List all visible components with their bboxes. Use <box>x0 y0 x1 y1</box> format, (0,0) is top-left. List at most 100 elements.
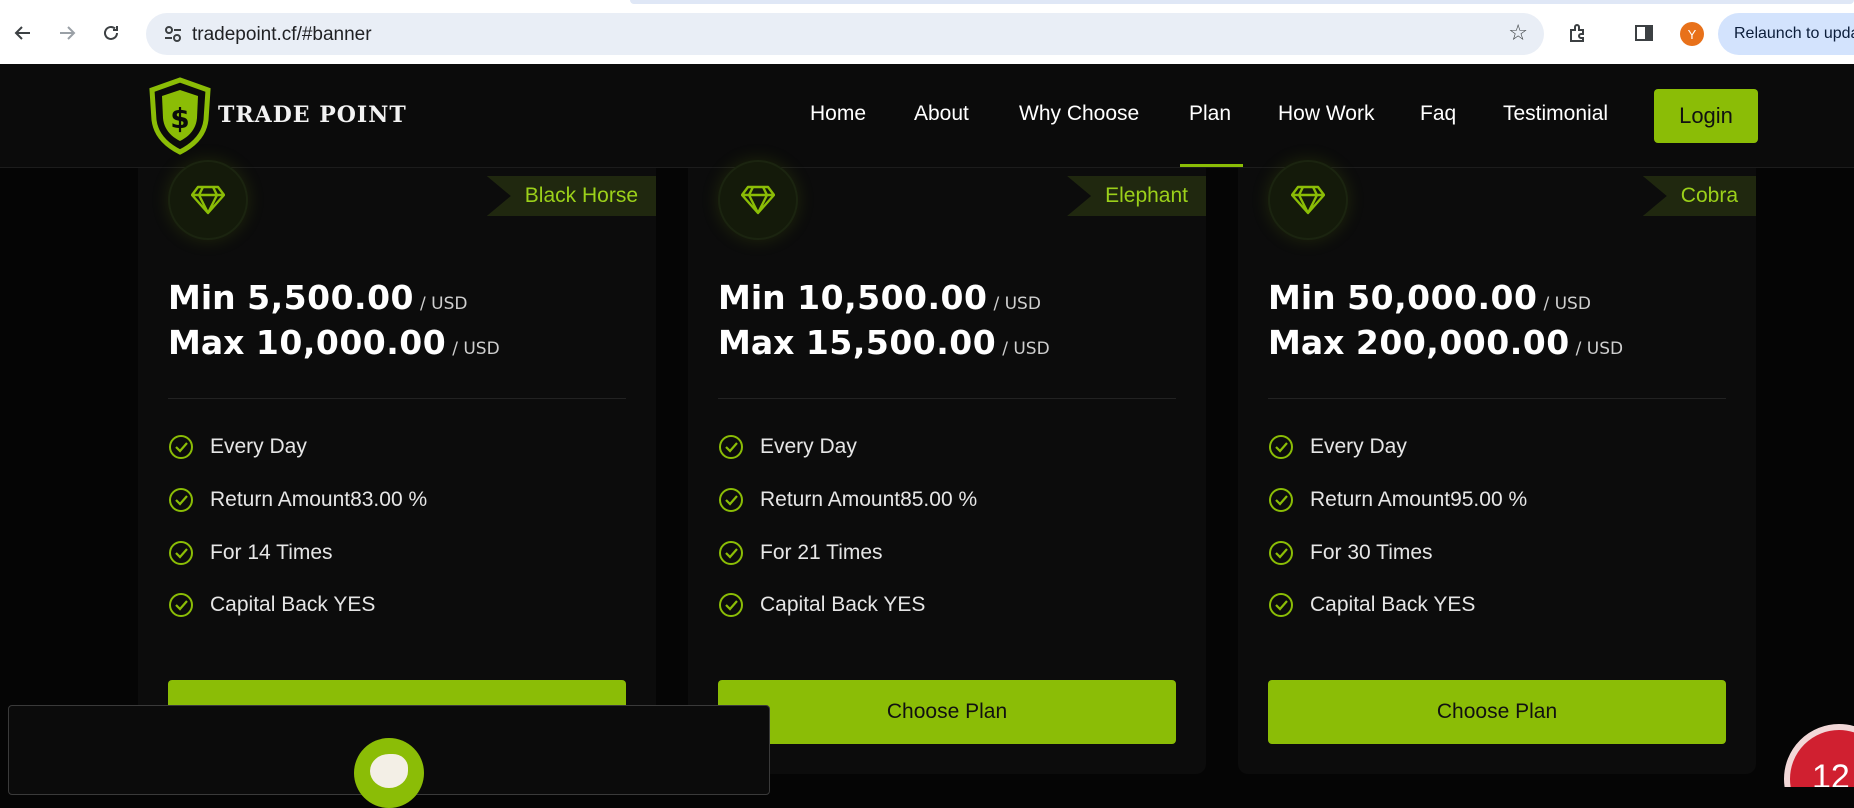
check-circle-icon <box>719 593 743 617</box>
plan-feature: Every Day <box>718 432 857 462</box>
min-amount: 10,500.00 <box>797 278 988 317</box>
check-circle-icon <box>1269 488 1293 512</box>
nav-home[interactable]: Home <box>810 102 866 126</box>
divider <box>718 398 1176 399</box>
plan-max: Max 10,000.00/ USD <box>168 323 500 362</box>
min-amount: 50,000.00 <box>1347 278 1538 317</box>
site-settings-icon[interactable] <box>162 23 184 45</box>
plan-min: Min 5,500.00 / USD <box>168 278 467 317</box>
nav-faq[interactable]: Faq <box>1420 102 1456 126</box>
max-label: Max <box>718 323 795 362</box>
svg-text:$: $ <box>170 102 189 135</box>
check-circle-icon <box>169 435 193 459</box>
logo[interactable]: $ TRADE POINT <box>146 76 416 156</box>
plan-feature: Return Amount95.00 % <box>1268 485 1527 515</box>
check-circle-icon <box>1269 435 1293 459</box>
feature-text: Capital Back YES <box>760 593 926 616</box>
max-unit: / USD <box>452 339 500 359</box>
max-amount: 200,000.00 <box>1355 323 1570 362</box>
plan-feature: For 14 Times <box>168 538 333 568</box>
forward-icon[interactable] <box>52 18 82 48</box>
tab-strip-edge <box>630 0 1854 4</box>
check-circle-icon <box>169 593 193 617</box>
feature-text: Capital Back YES <box>210 593 376 616</box>
min-unit: / USD <box>1543 294 1591 314</box>
plan-min: Min 50,000.00/ USD <box>1268 278 1591 317</box>
plan-feature: Return Amount83.00 % <box>168 485 427 515</box>
feature-text: Every Day <box>210 435 307 458</box>
diamond-icon <box>168 160 248 240</box>
feature-text: For 14 Times <box>210 541 333 564</box>
divider <box>168 398 626 399</box>
url-text[interactable]: tradepoint.cf/#banner <box>192 24 372 46</box>
side-panel-icon[interactable] <box>1630 19 1658 47</box>
check-circle-icon <box>169 488 193 512</box>
plan-max: Max 15,500.00/ USD <box>718 323 1050 362</box>
feature-text: Capital Back YES <box>1310 593 1476 616</box>
min-label: Min <box>718 278 786 317</box>
feature-text: Return Amount85.00 % <box>760 488 978 511</box>
notification-badge-clip: 12 <box>1784 724 1854 787</box>
plan-feature: For 21 Times <box>718 538 883 568</box>
browser-toolbar: tradepoint.cf/#banner ☆ Y Relaunch to up… <box>0 0 1854 64</box>
feature-text: For 30 Times <box>1310 541 1433 564</box>
min-label: Min <box>168 278 236 317</box>
notification-badge[interactable]: 12 <box>1784 724 1854 787</box>
feature-text: Return Amount83.00 % <box>210 488 428 511</box>
site-header: $ TRADE POINT Home About Why Choose Plan… <box>0 64 1854 168</box>
nav-how-work[interactable]: How Work <box>1278 102 1374 126</box>
check-circle-icon <box>719 435 743 459</box>
back-icon[interactable] <box>8 18 38 48</box>
profile-avatar[interactable]: Y <box>1680 22 1704 46</box>
plan-feature: Capital Back YES <box>168 590 375 620</box>
max-label: Max <box>1268 323 1345 362</box>
plan-card-elephant: Elephant Min 10,500.00/ USD Max 15,500.0… <box>688 160 1206 774</box>
choose-plan-button[interactable]: Choose Plan <box>718 680 1176 744</box>
check-circle-icon <box>169 541 193 565</box>
feature-text: Return Amount95.00 % <box>1310 488 1528 511</box>
address-bar[interactable]: tradepoint.cf/#banner ☆ <box>146 13 1544 55</box>
plan-feature: Capital Back YES <box>1268 590 1475 620</box>
nav-testimonial[interactable]: Testimonial <box>1503 102 1608 126</box>
bookmark-star-icon[interactable]: ☆ <box>1508 21 1528 46</box>
plan-feature: Return Amount85.00 % <box>718 485 977 515</box>
max-unit: / USD <box>1575 339 1624 359</box>
extensions-icon[interactable] <box>1564 19 1592 47</box>
plan-max: Max 200,000.00/ USD <box>1268 323 1623 362</box>
check-circle-icon <box>1269 593 1293 617</box>
plan-card-black-horse: Black Horse Min 5,500.00 / USD Max 10,000… <box>138 160 656 774</box>
shield-dollar-icon: $ <box>149 77 211 155</box>
choose-plan-button[interactable]: Choose Plan <box>1268 680 1726 744</box>
plan-feature: Capital Back YES <box>718 590 925 620</box>
max-label: Max <box>168 323 245 362</box>
cookie-consent-popup[interactable] <box>8 705 770 808</box>
feature-text: Every Day <box>760 435 857 458</box>
check-circle-icon <box>1269 541 1293 565</box>
login-button[interactable]: Login <box>1654 89 1758 143</box>
min-label: Min <box>1268 278 1336 317</box>
plan-name-ribbon: Cobra <box>1642 176 1756 216</box>
nav-why-choose[interactable]: Why Choose <box>1019 102 1139 126</box>
min-unit: / USD <box>420 294 468 314</box>
reload-icon[interactable] <box>96 18 126 48</box>
relaunch-clip: Relaunch to update <box>1718 0 1854 64</box>
min-amount: 5,500.00 <box>247 278 414 317</box>
plan-min: Min 10,500.00/ USD <box>718 278 1041 317</box>
plan-feature: Every Day <box>168 432 307 462</box>
check-circle-icon <box>719 541 743 565</box>
plan-feature: For 30 Times <box>1268 538 1433 568</box>
nav-about[interactable]: About <box>914 102 969 126</box>
feature-text: For 21 Times <box>760 541 883 564</box>
relaunch-button[interactable]: Relaunch to update <box>1718 13 1854 55</box>
max-unit: / USD <box>1002 339 1050 359</box>
max-amount: 15,500.00 <box>805 323 997 362</box>
check-circle-icon <box>719 488 743 512</box>
active-nav-indicator <box>1180 164 1243 167</box>
plan-card-cobra: Cobra Min 50,000.00/ USD Max 200,000.00/… <box>1238 160 1756 774</box>
cookie-icon <box>354 738 424 808</box>
max-amount: 10,000.00 <box>255 323 447 362</box>
feature-text: Every Day <box>1310 435 1407 458</box>
min-unit: / USD <box>993 294 1041 314</box>
plan-name-ribbon: Black Horse <box>486 176 656 216</box>
nav-plan[interactable]: Plan <box>1189 102 1231 126</box>
